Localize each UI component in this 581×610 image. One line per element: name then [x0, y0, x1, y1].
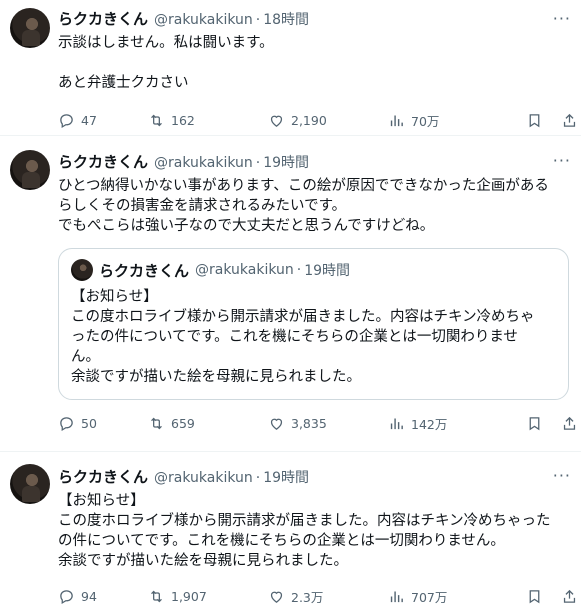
bookmark-icon[interactable] [526, 588, 543, 605]
tweet-text: ひとつ納得いかない事があります、この絵が原因でできなかった企画がある らしくその… [58, 178, 549, 234]
reply-button[interactable]: 47 [58, 112, 148, 129]
tweet-header: らクカきくん @rakukakikun · 19時間 [58, 466, 581, 487]
views-icon [390, 591, 403, 602]
like-button[interactable]: 2,190 [268, 112, 388, 129]
share-icon[interactable] [561, 588, 578, 605]
reply-count: 47 [81, 112, 97, 128]
more-icon[interactable]: ··· [553, 153, 571, 169]
secondary-actions [526, 588, 578, 605]
bookmark-icon[interactable] [526, 112, 543, 129]
timeline: ··· らクカきくん @rakukakikun · 18時間 示談はしません。私… [0, 0, 581, 610]
reply-button[interactable]: 50 [58, 415, 148, 432]
quoted-tweet[interactable]: らクカきくん @rakukakikun · 19時間 【お知らせ】 この度ホロラ… [58, 248, 569, 400]
views-icon [390, 115, 403, 126]
retweet-count: 1,907 [171, 588, 207, 604]
like-count: 2,190 [291, 112, 327, 128]
retweet-icon [151, 114, 162, 126]
avatar[interactable] [10, 150, 50, 190]
like-icon [270, 418, 283, 430]
display-name[interactable]: らクカきくん [58, 8, 148, 29]
timestamp[interactable]: 19時間 [263, 152, 309, 172]
view-count: 707万 [411, 589, 448, 605]
retweet-button[interactable]: 162 [148, 112, 268, 129]
more-icon[interactable]: ··· [553, 11, 571, 27]
avatar[interactable] [10, 8, 50, 48]
view-count: 142万 [411, 416, 448, 432]
tweet-header: らクカきくん @rakukakikun · 19時間 [58, 151, 581, 172]
views-button[interactable]: 707万 [388, 587, 514, 606]
like-icon [270, 115, 283, 127]
views-button[interactable]: 70万 [388, 111, 514, 130]
quoted-handle: @rakukakikun [195, 262, 294, 278]
timestamp[interactable]: 19時間 [263, 467, 309, 487]
secondary-actions [526, 112, 578, 129]
quoted-avatar [71, 259, 93, 281]
tweet-text: 【お知らせ】 この度ホロライブ様から開示請求が届きました。内容はチキン冷めちゃっ… [58, 493, 551, 569]
handle[interactable]: @rakukakikun [154, 12, 253, 28]
separator: · [255, 12, 261, 28]
quoted-tweet-header: らクカきくん @rakukakikun · 19時間 [71, 259, 556, 281]
like-button[interactable]: 3,835 [268, 415, 388, 432]
view-count: 70万 [411, 113, 440, 129]
retweet-icon [151, 417, 162, 429]
like-button[interactable]: 2.3万 [268, 587, 388, 606]
like-icon [270, 591, 283, 603]
action-bar: 94 1,907 2.3万 707万 [58, 585, 581, 607]
views-icon [390, 418, 403, 429]
action-bar: 50 659 3,835 142万 [58, 412, 581, 434]
reply-button[interactable]: 94 [58, 588, 148, 605]
tweet[interactable]: ··· らクカきくん @rakukakikun · 19時間 【お知らせ】 この… [0, 452, 581, 610]
display-name[interactable]: らクカきくん [58, 466, 148, 487]
quoted-tweet-text: 【お知らせ】 この度ホロライブ様から開示請求が届きました。内容はチキン冷めちゃ … [71, 289, 535, 385]
separator: · [255, 470, 261, 486]
retweet-icon [151, 590, 162, 602]
more-icon[interactable]: ··· [553, 468, 571, 484]
bookmark-icon[interactable] [526, 415, 543, 432]
separator: · [255, 155, 261, 171]
action-bar: 47 162 2,190 70万 [58, 109, 581, 131]
retweet-count: 162 [171, 112, 195, 128]
retweet-button[interactable]: 659 [148, 415, 268, 432]
share-icon[interactable] [561, 415, 578, 432]
handle[interactable]: @rakukakikun [154, 155, 253, 171]
secondary-actions [526, 415, 578, 432]
reply-icon [60, 113, 73, 128]
like-count: 3,835 [291, 415, 327, 431]
tweet-header: らクカきくん @rakukakikun · 18時間 [58, 8, 581, 29]
separator: · [296, 262, 302, 278]
reply-count: 50 [81, 415, 97, 431]
handle[interactable]: @rakukakikun [154, 470, 253, 486]
reply-icon [60, 416, 73, 431]
retweet-button[interactable]: 1,907 [148, 588, 268, 605]
tweet[interactable]: ··· らクカきくん @rakukakikun · 19時間 ひとつ納得いかない… [0, 136, 581, 452]
tweet[interactable]: ··· らクカきくん @rakukakikun · 18時間 示談はしません。私… [0, 0, 581, 136]
reply-count: 94 [81, 588, 97, 604]
tweet-text: 示談はしません。私は闘います。 あと弁護士クカさい [58, 35, 274, 91]
views-button[interactable]: 142万 [388, 414, 514, 433]
like-count: 2.3万 [291, 589, 324, 605]
share-icon[interactable] [561, 112, 578, 129]
timestamp[interactable]: 18時間 [263, 9, 309, 29]
avatar[interactable] [10, 464, 50, 504]
display-name[interactable]: らクカきくん [58, 151, 148, 172]
quoted-timestamp: 19時間 [304, 263, 351, 279]
retweet-count: 659 [171, 415, 195, 431]
quoted-display-name: らクカきくん [99, 261, 190, 280]
reply-icon [60, 589, 73, 604]
